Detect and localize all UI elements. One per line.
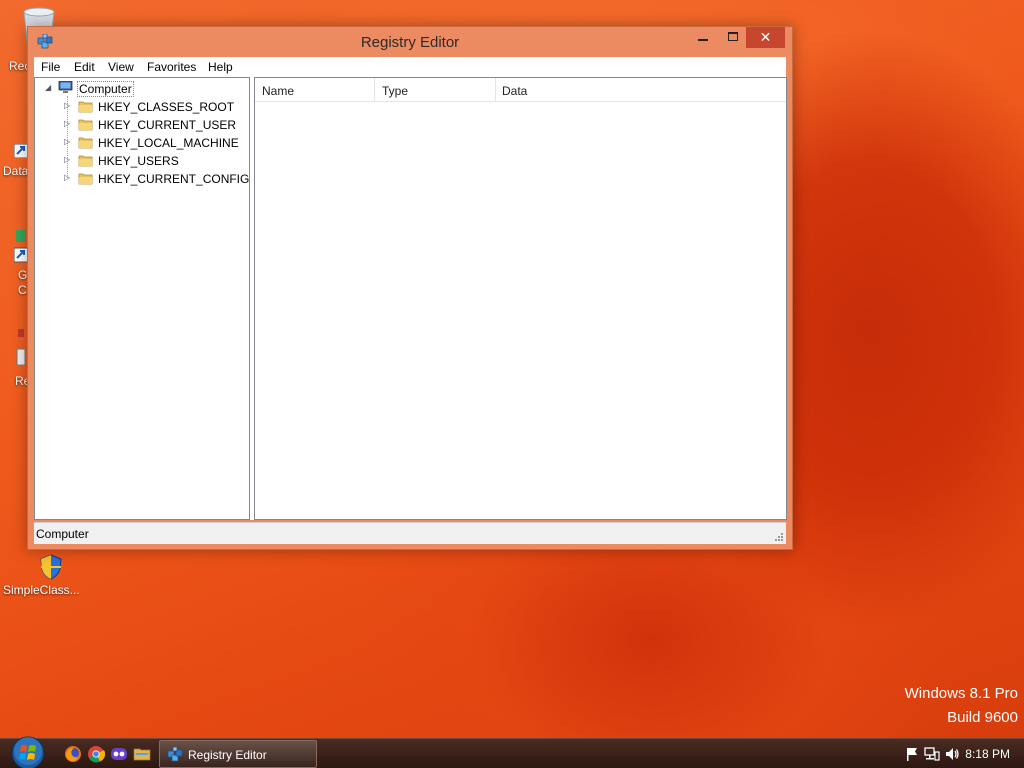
desktop-icon-re[interactable]: Re: [0, 325, 30, 390]
column-header-name[interactable]: Name: [262, 84, 294, 98]
volume-icon[interactable]: [944, 746, 960, 762]
desktop-icon-label: SimpleClass...: [3, 583, 80, 597]
menu-file[interactable]: File: [41, 60, 60, 74]
uac-shield-icon: [40, 554, 62, 580]
expand-arrow-icon[interactable]: ▷: [64, 173, 70, 182]
taskbar: Registry Editor 8:18 PM: [0, 735, 1024, 768]
tree-item-hkey-current-user[interactable]: ▷ HKEY_CURRENT_USER: [35, 116, 245, 134]
menu-view[interactable]: View: [108, 60, 134, 74]
maximize-button[interactable]: [720, 27, 746, 48]
tree-item-label: HKEY_USERS: [98, 154, 179, 168]
tree-item-hkey-classes-root[interactable]: ▷ HKEY_CLASSES_ROOT: [35, 98, 245, 116]
tree-item-hkey-local-machine[interactable]: ▷ HKEY_LOCAL_MACHINE: [35, 134, 245, 152]
column-divider[interactable]: [374, 78, 375, 102]
desktop-icon-simpleclass[interactable]: SimpleClass...: [0, 548, 90, 600]
registry-editor-icon: [167, 747, 183, 762]
minimize-icon: [698, 39, 708, 41]
windows-build-watermark: Build 9600: [947, 709, 1018, 726]
desktop-icon-recycle-bin[interactable]: Rec: [0, 0, 55, 80]
desktop-icon-label: Data: [3, 164, 29, 178]
tree-item-hkey-users[interactable]: ▷ HKEY_USERS: [35, 152, 245, 170]
tree-item-label: HKEY_CURRENT_USER: [98, 118, 237, 132]
shortcut-icon: [14, 144, 28, 158]
close-button[interactable]: ✕: [746, 27, 785, 48]
column-divider[interactable]: [495, 78, 496, 102]
menu-favorites[interactable]: Favorites: [147, 60, 196, 74]
app-shortcut-icon: [16, 329, 26, 365]
clock[interactable]: 8:18 PM: [965, 747, 1010, 761]
menu-help[interactable]: Help: [208, 60, 233, 74]
tree-item-label: HKEY_CLASSES_ROOT: [98, 100, 235, 114]
folder-icon: [78, 137, 93, 149]
network-icon[interactable]: [924, 746, 940, 762]
file-explorer-icon[interactable]: [133, 745, 151, 763]
taskbar-item-registry-editor[interactable]: Registry Editor: [159, 740, 317, 768]
app-shortcut-icon: [14, 230, 28, 263]
desktop-icon-label: G C: [18, 268, 28, 297]
tree-item-label: Computer: [77, 81, 134, 97]
minimize-button[interactable]: [686, 27, 720, 48]
values-list[interactable]: Name Type Data: [254, 77, 787, 520]
start-button-icon[interactable]: [8, 735, 48, 768]
resize-grip-icon[interactable]: [774, 532, 784, 542]
folder-icon: [78, 173, 93, 185]
computer-icon: [58, 81, 73, 93]
expand-arrow-icon[interactable]: ▷: [64, 155, 70, 164]
action-center-flag-icon[interactable]: [904, 746, 920, 762]
registry-editor-window: Registry Editor ✕ File Edit View Favorit…: [27, 26, 793, 550]
maximize-icon: [728, 32, 738, 41]
expand-arrow-icon[interactable]: ▷: [64, 119, 70, 128]
collapse-arrow-icon[interactable]: ◢: [45, 83, 51, 92]
firefox-icon[interactable]: [64, 745, 82, 763]
menu-bar: File Edit View Favorites Help: [34, 57, 786, 77]
desktop-icon-gc[interactable]: G C: [0, 230, 30, 300]
close-icon: ✕: [759, 29, 772, 45]
status-bar: Computer: [34, 522, 786, 544]
tree-item-label: HKEY_CURRENT_CONFIG: [98, 172, 250, 186]
chrome-icon[interactable]: [87, 745, 105, 763]
system-tray: 8:18 PM: [894, 739, 1024, 768]
app-icon[interactable]: [110, 745, 128, 763]
taskbar-item-label: Registry Editor: [188, 748, 267, 762]
tree-item-label: HKEY_LOCAL_MACHINE: [98, 136, 239, 150]
title-bar[interactable]: Registry Editor ✕: [28, 27, 792, 57]
registry-tree[interactable]: ◢ Computer ▷ HKEY_CLASSES_ROOT ▷ HKEY_CU…: [34, 77, 250, 520]
desktop-icon-data[interactable]: Data: [0, 140, 30, 180]
window-title: Registry Editor: [360, 34, 460, 51]
status-path: Computer: [36, 527, 89, 541]
windows-version-watermark: Windows 8.1 Pro: [904, 685, 1018, 702]
list-header: Name Type Data: [255, 78, 786, 102]
column-header-data[interactable]: Data: [502, 84, 527, 98]
folder-icon: [78, 119, 93, 131]
tree-item-hkey-current-config[interactable]: ▷ HKEY_CURRENT_CONFIG: [35, 170, 249, 188]
folder-icon: [78, 101, 93, 113]
column-header-type[interactable]: Type: [382, 84, 408, 98]
menu-edit[interactable]: Edit: [74, 60, 95, 74]
expand-arrow-icon[interactable]: ▷: [64, 137, 70, 146]
expand-arrow-icon[interactable]: ▷: [64, 101, 70, 110]
folder-icon: [78, 155, 93, 167]
